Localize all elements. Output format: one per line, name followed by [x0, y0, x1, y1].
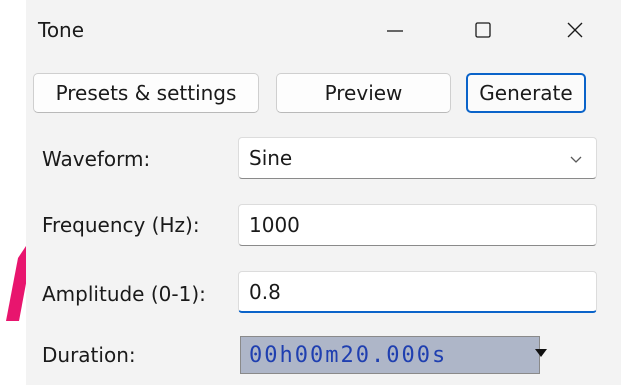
minimize-icon [387, 30, 403, 32]
duration-milliseconds[interactable]: 000 [386, 343, 432, 368]
amplitude-value: 0.8 [249, 279, 281, 304]
waveform-select[interactable]: Sine [238, 137, 597, 179]
screen: Tone Presets & settings Preview Generate [0, 0, 621, 385]
waveform-value: Sine [249, 146, 293, 170]
close-button[interactable] [552, 8, 598, 52]
duration-decimal-point: . [371, 342, 387, 368]
chevron-down-icon [570, 156, 582, 163]
amplitude-label: Amplitude (0-1): [42, 282, 206, 306]
minimize-button[interactable] [372, 8, 418, 52]
duration-label: Duration: [42, 343, 136, 367]
amplitude-input[interactable]: 0.8 [238, 271, 597, 313]
generate-button[interactable]: Generate [466, 73, 586, 113]
duration-hours-unit: h [279, 342, 295, 368]
preview-button[interactable]: Preview [276, 73, 451, 113]
title-bar: Tone [26, 0, 621, 60]
duration-seconds[interactable]: 20 [341, 343, 372, 368]
presets-settings-button[interactable]: Presets & settings [33, 73, 259, 113]
maximize-button[interactable] [460, 8, 506, 52]
frequency-label: Frequency (Hz): [42, 213, 200, 237]
frequency-value: 1000 [249, 213, 300, 237]
duration-hours[interactable]: 00 [249, 343, 280, 368]
close-icon [567, 22, 583, 38]
duration-minutes-unit: m [325, 342, 341, 368]
duration-minutes[interactable]: 00 [295, 343, 326, 368]
waveform-label: Waveform: [42, 147, 151, 171]
duration-seconds-unit: s [432, 342, 448, 368]
window-title: Tone [38, 18, 85, 42]
tone-dialog: Tone Presets & settings Preview Generate [26, 0, 621, 385]
duration-time-control[interactable]: 00 h 00 m 20 . 000 s [240, 336, 540, 374]
duration-dropdown-icon[interactable] [534, 347, 548, 359]
maximize-icon [475, 22, 491, 38]
frequency-input[interactable]: 1000 [238, 204, 597, 246]
